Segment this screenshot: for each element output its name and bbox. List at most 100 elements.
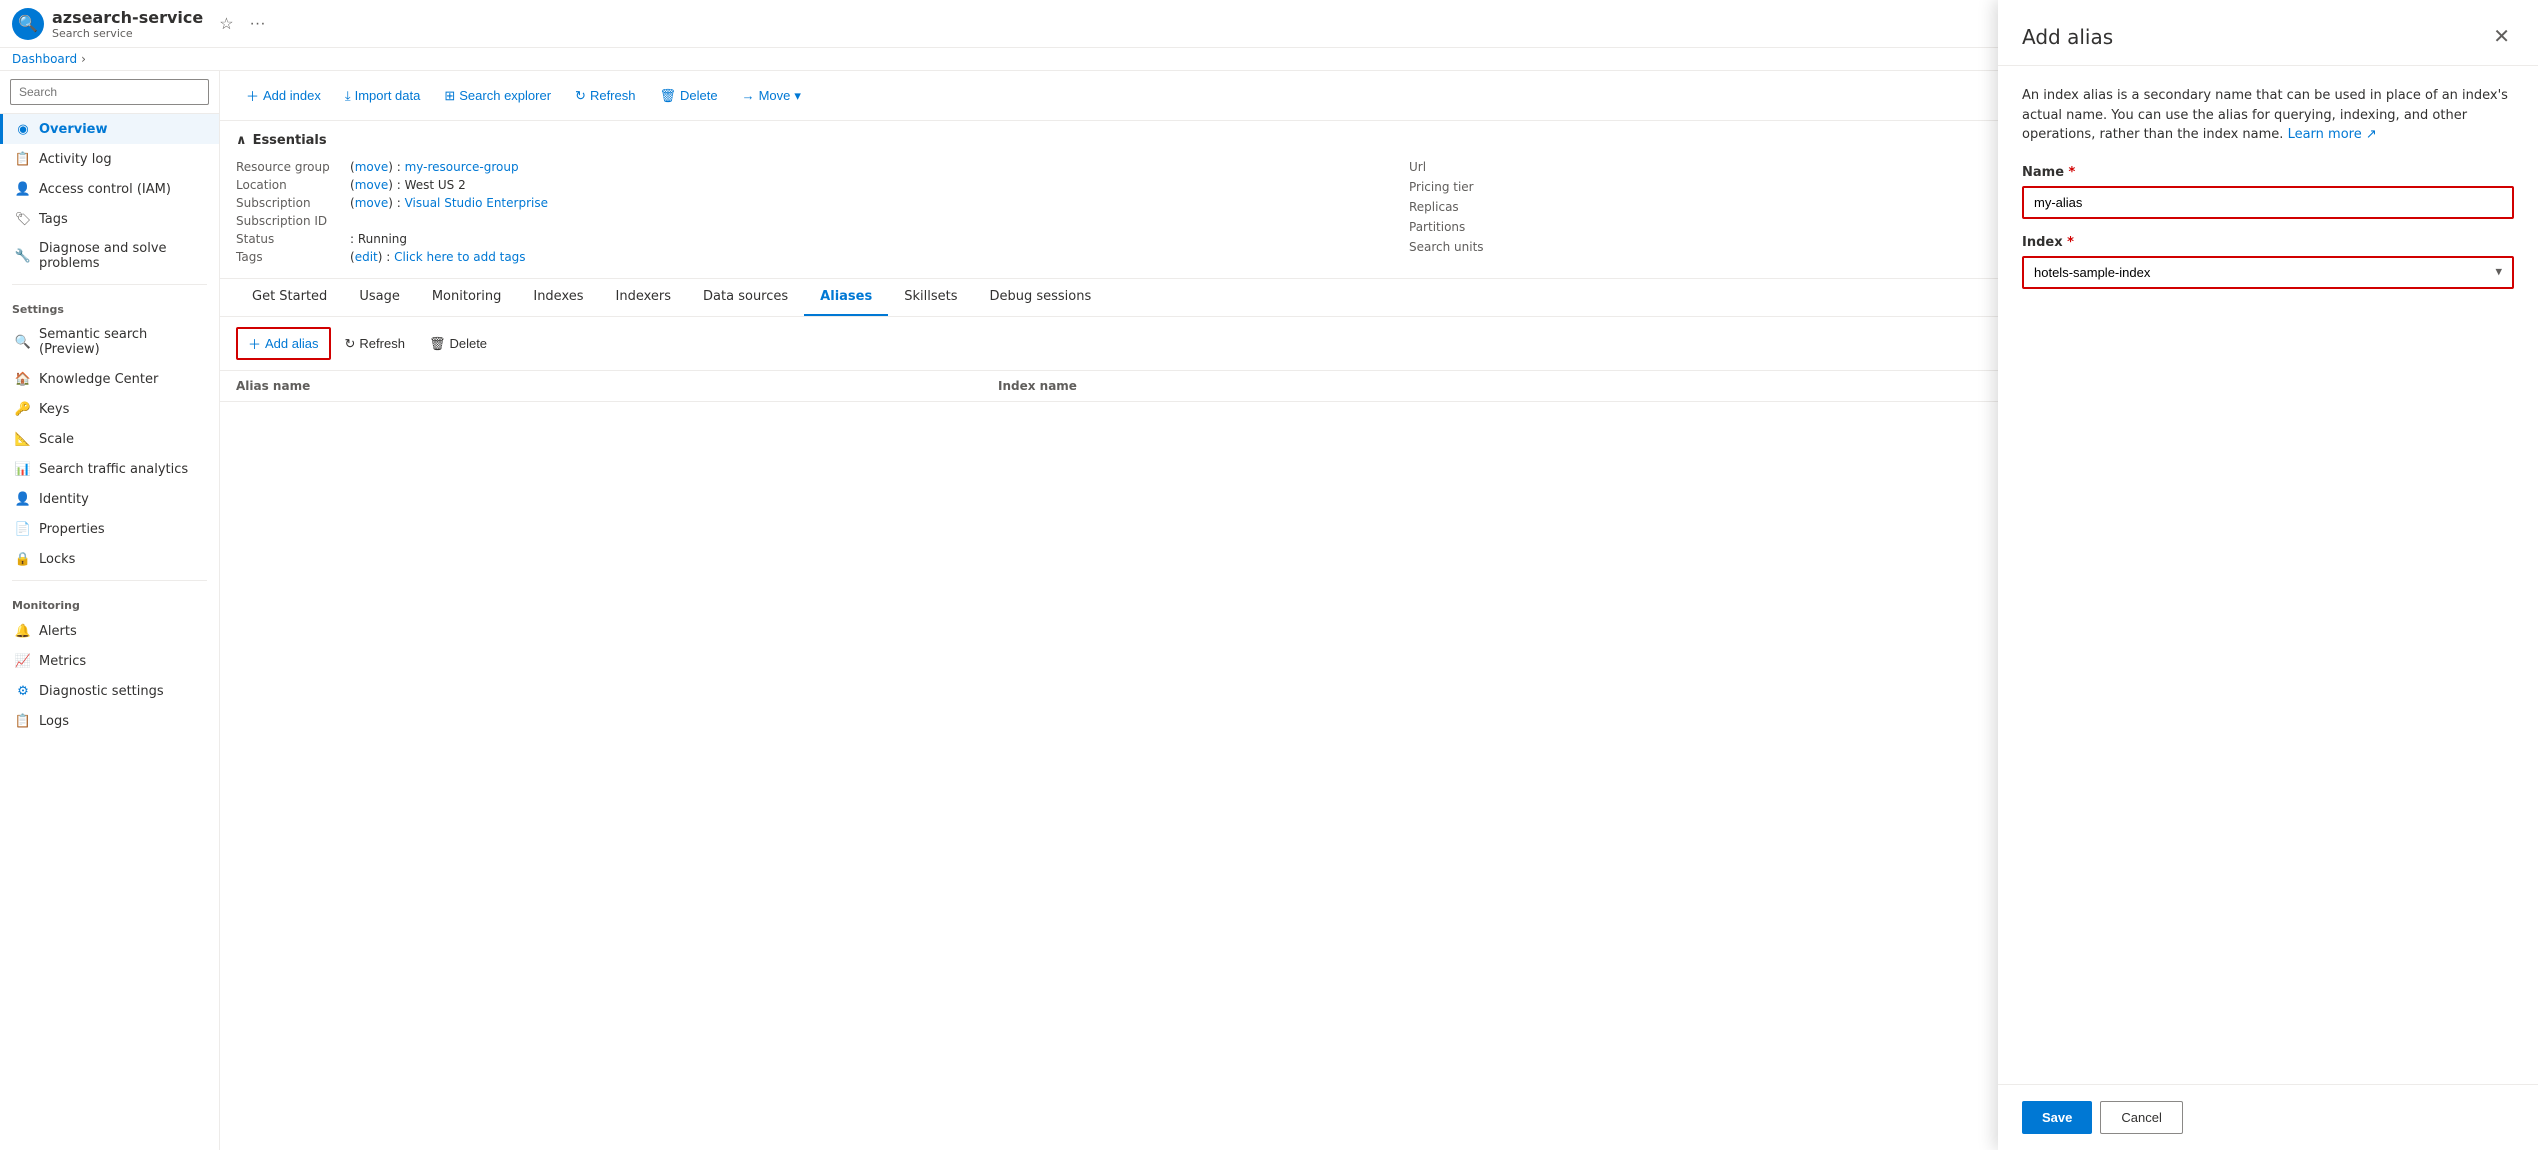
sidebar-item-properties[interactable]: 📄 Properties — [0, 514, 219, 544]
service-logo: 🔍 — [12, 8, 44, 40]
tab-aliases[interactable]: Aliases — [804, 279, 888, 316]
sidebar-item-label: Keys — [39, 402, 69, 417]
chevron-up-icon: ∧ — [236, 133, 247, 148]
learn-more-link[interactable]: Learn more ↗ — [2288, 127, 2377, 142]
add-alias-button[interactable]: ＋ Add alias — [236, 327, 331, 360]
sidebar-item-metrics[interactable]: 📈 Metrics — [0, 646, 219, 676]
panel-cancel-button[interactable]: Cancel — [2100, 1101, 2182, 1134]
sidebar-item-logs[interactable]: 📋 Logs — [0, 706, 219, 736]
panel-close-button[interactable]: ✕ — [2489, 20, 2514, 53]
identity-icon: 👤 — [15, 491, 31, 507]
tab-usage[interactable]: Usage — [343, 279, 416, 316]
import-data-button[interactable]: ⤓ Import data — [335, 83, 431, 109]
sidebar-item-identity[interactable]: 👤 Identity — [0, 484, 219, 514]
scale-icon: 📐 — [15, 431, 31, 447]
more-options-button[interactable]: ··· — [246, 11, 270, 37]
tab-skillsets[interactable]: Skillsets — [888, 279, 973, 316]
settings-section-label: Settings — [0, 291, 219, 320]
search-explorer-button[interactable]: ⊞ Search explorer — [434, 83, 561, 109]
sidebar-item-label: Semantic search (Preview) — [39, 327, 207, 357]
sidebar-item-label: Diagnostic settings — [39, 684, 164, 699]
aliases-refresh-button[interactable]: ↻ Refresh — [335, 331, 415, 357]
panel-name-field: Name * — [2022, 165, 2514, 219]
sidebar-item-label: Logs — [39, 714, 69, 729]
tab-get-started[interactable]: Get Started — [236, 279, 343, 316]
sidebar: ◉ Overview 📋 Activity log 👤 Access contr… — [0, 71, 220, 1150]
sidebar-item-label: Search traffic analytics — [39, 462, 188, 477]
tags-icon: 🏷 — [15, 211, 31, 227]
sidebar-item-label: Access control (IAM) — [39, 182, 171, 197]
aliases-delete-icon: 🗑 — [429, 336, 446, 352]
sidebar-item-locks[interactable]: 🔒 Locks — [0, 544, 219, 574]
search-input[interactable] — [10, 79, 209, 105]
alerts-icon: 🔔 — [15, 623, 31, 639]
sidebar-item-diag-settings[interactable]: ⚙ Diagnostic settings — [0, 676, 219, 706]
sidebar-item-traffic[interactable]: 📊 Search traffic analytics — [0, 454, 219, 484]
tab-indexers[interactable]: Indexers — [600, 279, 688, 316]
metrics-icon: 📈 — [15, 653, 31, 669]
favorite-button[interactable]: ☆ — [215, 10, 237, 38]
breadcrumb-dashboard[interactable]: Dashboard — [12, 52, 77, 66]
import-icon: ⤓ — [345, 88, 351, 104]
sidebar-item-alerts[interactable]: 🔔 Alerts — [0, 616, 219, 646]
sidebar-item-iam[interactable]: 👤 Access control (IAM) — [0, 174, 219, 204]
breadcrumb-sep: › — [81, 52, 86, 66]
sidebar-item-scale[interactable]: 📐 Scale — [0, 424, 219, 454]
top-bar-actions: ☆ ··· — [215, 10, 269, 38]
sidebar-item-label: Alerts — [39, 624, 77, 639]
sidebar-item-overview[interactable]: ◉ Overview — [0, 114, 219, 144]
tab-indexes[interactable]: Indexes — [517, 279, 599, 316]
resource-group-row: Resource group (move) : my-resource-grou… — [236, 158, 1349, 176]
panel-description: An index alias is a secondary name that … — [2022, 86, 2514, 145]
tab-debug-sessions[interactable]: Debug sessions — [973, 279, 1107, 316]
panel-index-field: Index * hotels-sample-index ▾ — [2022, 235, 2514, 289]
sidebar-item-diagnose[interactable]: 🔧 Diagnose and solve problems — [0, 234, 219, 278]
move-button[interactable]: → Move ▾ — [732, 83, 811, 109]
resource-group-value[interactable]: my-resource-group — [405, 160, 519, 174]
monitoring-section-label: Monitoring — [0, 587, 219, 616]
aliases-delete-button[interactable]: 🗑 Delete — [419, 331, 497, 357]
knowledge-icon: 🏠 — [15, 371, 31, 387]
properties-icon: 📄 — [15, 521, 31, 537]
index-select[interactable]: hotels-sample-index — [2024, 258, 2512, 287]
aliases-refresh-icon: ↻ — [345, 336, 356, 352]
sidebar-divider-1 — [12, 284, 207, 285]
service-type: Search service — [52, 27, 203, 40]
panel-header: Add alias ✕ — [1998, 0, 2538, 66]
diag-settings-icon: ⚙ — [15, 683, 31, 699]
service-name: azsearch-service — [52, 8, 203, 27]
subscription-row: Subscription (move) : Visual Studio Ente… — [236, 194, 1349, 212]
sidebar-item-semantic[interactable]: 🔍 Semantic search (Preview) — [0, 320, 219, 364]
panel-body: An index alias is a secondary name that … — [1998, 66, 2538, 1084]
chevron-down-icon: ▾ — [794, 88, 801, 104]
location-move-link[interactable]: move — [355, 178, 389, 192]
sidebar-item-knowledge[interactable]: 🏠 Knowledge Center — [0, 364, 219, 394]
move-icon: → — [742, 88, 755, 103]
add-icon: ＋ — [246, 86, 259, 105]
sidebar-item-label: Activity log — [39, 152, 112, 167]
sidebar-item-label: Tags — [39, 212, 68, 227]
tags-value[interactable]: Click here to add tags — [394, 250, 525, 264]
sidebar-item-label: Metrics — [39, 654, 86, 669]
tags-edit-link[interactable]: edit — [355, 250, 378, 264]
subscription-value[interactable]: Visual Studio Enterprise — [405, 196, 548, 210]
resource-group-move-link[interactable]: move — [355, 160, 389, 174]
sidebar-item-label: Knowledge Center — [39, 372, 158, 387]
refresh-icon: ↻ — [575, 88, 586, 104]
explorer-icon: ⊞ — [444, 88, 455, 104]
sidebar-item-activity-log[interactable]: 📋 Activity log — [0, 144, 219, 174]
panel-save-button[interactable]: Save — [2022, 1101, 2092, 1134]
sidebar-item-keys[interactable]: 🔑 Keys — [0, 394, 219, 424]
sidebar-item-tags[interactable]: 🏷 Tags — [0, 204, 219, 234]
status-row: Status : Running — [236, 230, 1349, 248]
refresh-button[interactable]: ↻ Refresh — [565, 83, 645, 109]
locks-icon: 🔒 — [15, 551, 31, 567]
delete-button[interactable]: 🗑 Delete — [649, 83, 727, 109]
tab-data-sources[interactable]: Data sources — [687, 279, 804, 316]
sidebar-divider-2 — [12, 580, 207, 581]
alias-name-input[interactable] — [2022, 186, 2514, 219]
subscription-move-link[interactable]: move — [355, 196, 389, 210]
tab-monitoring[interactable]: Monitoring — [416, 279, 518, 316]
essentials-left: Resource group (move) : my-resource-grou… — [236, 158, 1349, 266]
add-index-button[interactable]: ＋ Add index — [236, 81, 331, 110]
